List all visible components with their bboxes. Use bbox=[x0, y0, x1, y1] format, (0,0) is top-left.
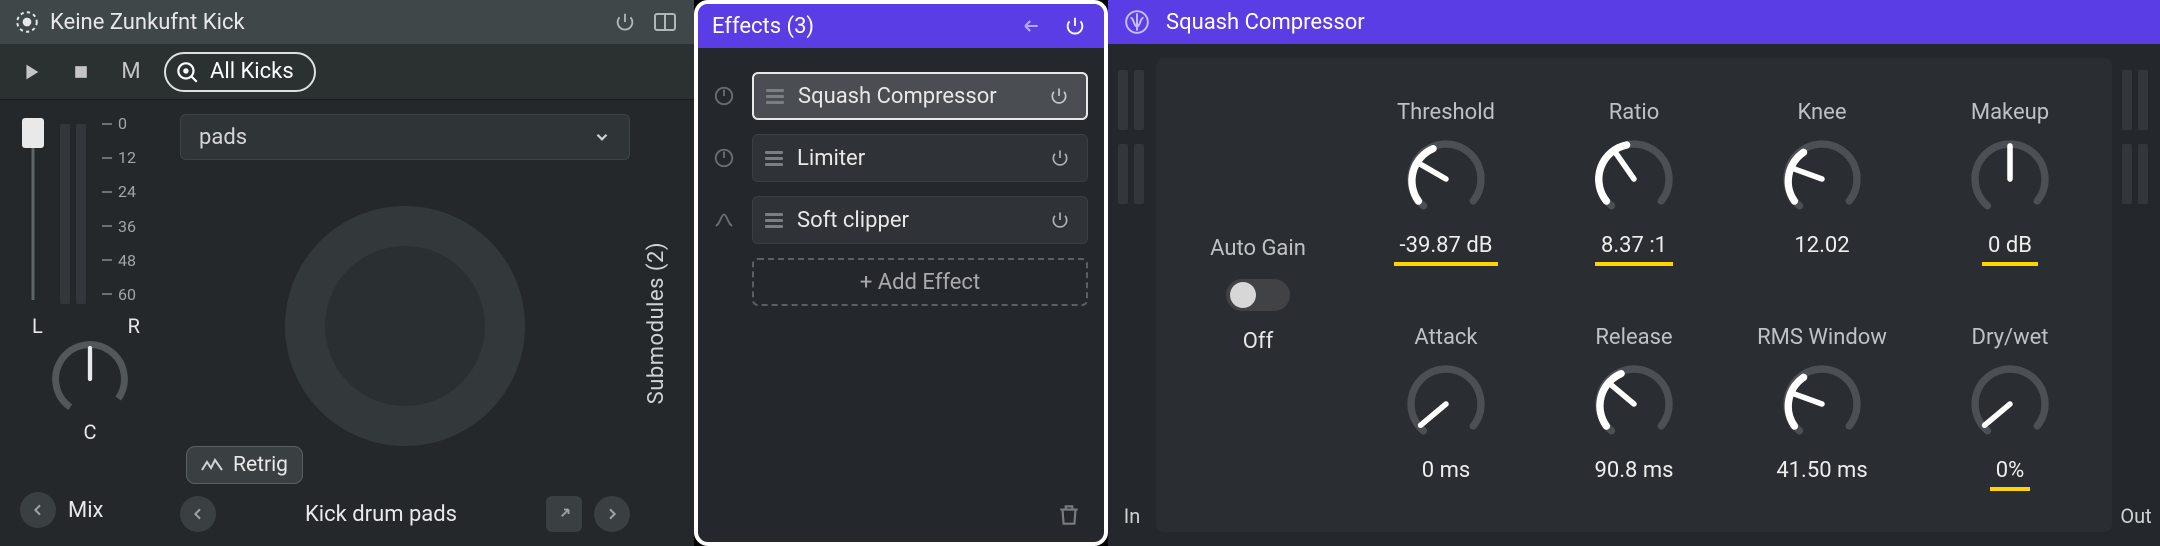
clipper-icon bbox=[710, 206, 738, 234]
submodules-tab[interactable]: Submodules (2) bbox=[634, 100, 678, 546]
columns-icon[interactable] bbox=[650, 7, 680, 37]
popout-button[interactable] bbox=[546, 496, 582, 532]
drag-handle-icon[interactable] bbox=[766, 89, 784, 104]
effect-name: Squash Compressor bbox=[798, 84, 1030, 109]
effects-header: Effects (3) bbox=[698, 4, 1104, 48]
detail-panel: Squash Compressor In Threshold -39.87 dB bbox=[1108, 0, 2160, 546]
knob-label: Ratio bbox=[1609, 100, 1660, 125]
knob-value: 90.8 ms bbox=[1589, 458, 1680, 491]
mix-column: 0 12 24 36 48 60 L R bbox=[0, 100, 170, 546]
pan-knob[interactable] bbox=[47, 336, 133, 422]
knob-value: 12.02 bbox=[1788, 233, 1855, 266]
effect-item-squash[interactable]: Squash Compressor bbox=[752, 72, 1088, 120]
effects-title: Effects (3) bbox=[712, 14, 1002, 39]
autogain-label: Auto Gain bbox=[1210, 236, 1306, 261]
knob-label: Attack bbox=[1414, 325, 1477, 350]
kicks-label: All Kicks bbox=[210, 59, 294, 84]
pads-column: pads Retrig bbox=[170, 100, 694, 546]
stop-button[interactable] bbox=[64, 55, 98, 89]
knob-label: Dry/wet bbox=[1972, 325, 2049, 350]
power-icon[interactable] bbox=[1045, 143, 1075, 173]
release-knob[interactable]: Release 90.8 ms bbox=[1540, 295, 1728, 520]
knob-value: 41.50 ms bbox=[1770, 458, 1873, 491]
pan-right-label: R bbox=[128, 314, 140, 338]
effects-panel: Effects (3) Squash Compressor bbox=[694, 0, 1108, 546]
effect-item-limiter[interactable]: Limiter bbox=[752, 134, 1088, 182]
detail-title: Squash Compressor bbox=[1166, 10, 1365, 35]
add-effect-label: + Add Effect bbox=[860, 270, 980, 295]
power-icon[interactable] bbox=[610, 7, 640, 37]
knob-value: 0% bbox=[1990, 458, 2030, 491]
threshold-knob[interactable]: Threshold -39.87 dB bbox=[1352, 70, 1540, 295]
knob-label: Makeup bbox=[1971, 100, 2049, 125]
transport-bar: M All Kicks bbox=[0, 44, 694, 100]
drag-handle-icon[interactable] bbox=[765, 213, 783, 228]
pan-left-label: L bbox=[32, 314, 43, 338]
add-effect-button[interactable]: + Add Effect bbox=[752, 258, 1088, 306]
autogain-toggle[interactable] bbox=[1226, 279, 1290, 311]
meter-bar bbox=[76, 124, 86, 304]
module-body: 0 12 24 36 48 60 L R bbox=[0, 100, 694, 546]
autogain-state: Off bbox=[1243, 329, 1273, 354]
module-icon bbox=[14, 9, 40, 35]
effect-name: Limiter bbox=[797, 146, 1031, 171]
attack-knob[interactable]: Attack 0 ms bbox=[1352, 295, 1540, 520]
knob-value: 0 dB bbox=[1982, 233, 2038, 266]
input-meter: In bbox=[1108, 44, 1156, 546]
drag-handle-icon[interactable] bbox=[765, 151, 783, 166]
pads-dropdown[interactable]: pads bbox=[180, 114, 630, 160]
chevron-down-icon bbox=[593, 128, 611, 146]
knob-label: RMS Window bbox=[1757, 325, 1887, 350]
mix-back-button[interactable] bbox=[20, 492, 56, 528]
module-panel: Keine Zunkufnt Kick M All Kicks bbox=[0, 0, 694, 546]
effect-glyph-icon bbox=[1124, 9, 1150, 35]
detail-header: Squash Compressor bbox=[1108, 0, 2160, 44]
retrig-icon bbox=[201, 458, 223, 472]
power-icon[interactable] bbox=[1045, 205, 1075, 235]
effect-item-clipper[interactable]: Soft clipper bbox=[752, 196, 1088, 244]
trash-icon[interactable] bbox=[1056, 501, 1088, 533]
pads-dropdown-label: pads bbox=[199, 125, 247, 150]
submodules-label: Submodules (2) bbox=[644, 242, 669, 404]
compressor-icon bbox=[710, 82, 738, 110]
back-icon[interactable] bbox=[1016, 11, 1046, 41]
pads-next-button[interactable] bbox=[594, 496, 630, 532]
knob-label: Knee bbox=[1797, 100, 1846, 125]
output-meter: Out bbox=[2112, 44, 2160, 546]
power-icon[interactable] bbox=[1060, 11, 1090, 41]
rms-knob[interactable]: RMS Window 41.50 ms bbox=[1728, 295, 1916, 520]
retrig-label: Retrig bbox=[233, 453, 288, 477]
ratio-knob[interactable]: Ratio 8.37 :1 bbox=[1540, 70, 1728, 295]
drum-pad[interactable] bbox=[255, 176, 555, 476]
in-label: In bbox=[1124, 504, 1140, 546]
knob-value: 8.37 :1 bbox=[1595, 233, 1673, 266]
meter-bar bbox=[60, 124, 70, 304]
out-label: Out bbox=[2120, 504, 2151, 546]
module-header: Keine Zunkufnt Kick bbox=[0, 0, 694, 44]
fader-ruler: 0 12 24 36 48 60 bbox=[102, 114, 158, 304]
knob-grid: Threshold -39.87 dB Ratio 8.37 :1 Auto G… bbox=[1156, 58, 2112, 532]
knob-value: -39.87 dB bbox=[1394, 233, 1499, 266]
play-button[interactable] bbox=[14, 55, 48, 89]
mute-button[interactable]: M bbox=[114, 55, 148, 89]
power-icon[interactable] bbox=[1044, 81, 1074, 111]
volume-fader[interactable] bbox=[20, 118, 46, 300]
compressor-icon bbox=[710, 144, 738, 172]
drywet-knob[interactable]: Dry/wet 0% bbox=[1916, 295, 2104, 520]
mix-label: Mix bbox=[68, 498, 103, 523]
knob-label: Release bbox=[1595, 325, 1672, 350]
pan-center-label: C bbox=[20, 420, 160, 444]
knee-knob[interactable]: Knee 12.02 bbox=[1728, 70, 1916, 295]
retrig-button[interactable]: Retrig bbox=[186, 446, 303, 484]
effects-list: Squash Compressor Limiter bbox=[698, 48, 1104, 492]
module-title: Keine Zunkufnt Kick bbox=[50, 10, 600, 35]
pads-back-button[interactable] bbox=[180, 496, 216, 532]
knob-value: 0 ms bbox=[1416, 458, 1476, 491]
knob-label: Threshold bbox=[1397, 100, 1495, 125]
autogain-control: Auto Gain Off bbox=[1164, 70, 1352, 520]
pads-title: Kick drum pads bbox=[228, 502, 534, 527]
effect-name: Soft clipper bbox=[797, 208, 1031, 233]
makeup-knob[interactable]: Makeup 0 dB bbox=[1916, 70, 2104, 295]
kicks-selector[interactable]: All Kicks bbox=[164, 52, 316, 92]
